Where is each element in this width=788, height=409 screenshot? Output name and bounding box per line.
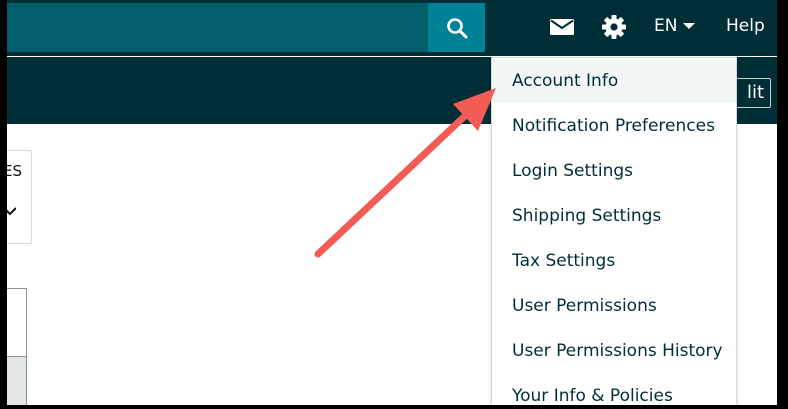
- caret-down-icon: [683, 23, 696, 29]
- app-frame: EN Help lit ES Account Info Notification…: [7, 0, 777, 405]
- menu-item-tax-settings[interactable]: Tax Settings: [492, 239, 736, 283]
- menu-item-shipping-settings[interactable]: Shipping Settings: [492, 194, 736, 238]
- edit-button-label: lit: [747, 82, 765, 103]
- search-button[interactable]: [428, 3, 485, 52]
- menu-item-user-permissions-history[interactable]: User Permissions History: [492, 329, 736, 373]
- left-card-label: ES: [7, 162, 22, 180]
- search-icon: [446, 17, 467, 38]
- help-link[interactable]: Help: [726, 16, 765, 36]
- chevron-down-icon: [7, 207, 16, 216]
- menu-item-label: Notification Preferences: [512, 116, 715, 136]
- menu-item-label: Account Info: [512, 71, 619, 91]
- menu-item-label: User Permissions: [512, 296, 657, 316]
- search-input[interactable]: [7, 3, 429, 52]
- left-panel-row: [7, 356, 27, 405]
- menu-item-notification-preferences[interactable]: Notification Preferences: [492, 104, 736, 148]
- menu-item-label: User Permissions History: [512, 341, 723, 361]
- menu-item-login-settings[interactable]: Login Settings: [492, 149, 736, 193]
- menu-item-label: Shipping Settings: [512, 206, 662, 226]
- top-navigation-bar: EN Help: [7, 0, 777, 56]
- menu-item-user-permissions[interactable]: User Permissions: [492, 284, 736, 328]
- gear-icon: [602, 15, 626, 39]
- menu-item-your-info-policies[interactable]: Your Info & Policies: [492, 374, 736, 405]
- menu-item-label: Login Settings: [512, 161, 633, 181]
- mail-icon: [550, 19, 574, 35]
- language-selector[interactable]: EN: [654, 16, 696, 36]
- menu-item-label: Your Info & Policies: [512, 386, 673, 405]
- menu-item-label: Tax Settings: [512, 251, 616, 271]
- messages-button[interactable]: [549, 17, 575, 37]
- settings-button[interactable]: [601, 14, 627, 40]
- settings-dropdown-menu: Account Info Notification Preferences Lo…: [491, 57, 737, 405]
- menu-item-account-info[interactable]: Account Info: [492, 59, 736, 103]
- language-label: EN: [654, 16, 678, 36]
